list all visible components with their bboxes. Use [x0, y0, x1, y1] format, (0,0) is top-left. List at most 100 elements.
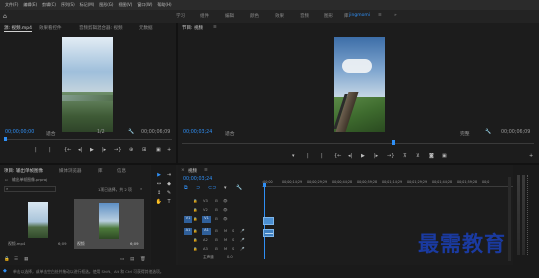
hand-tool-icon[interactable]: ✋	[155, 199, 163, 206]
track-lock-icon[interactable]: 🔒	[193, 199, 197, 203]
program-play-icon[interactable]: ▶	[361, 153, 365, 159]
eye-icon[interactable]: 👁	[223, 208, 228, 212]
master-volume[interactable]: 0.0	[227, 255, 233, 259]
program-mark-in-icon[interactable]: |	[307, 153, 309, 159]
type-tool-icon[interactable]: T	[165, 199, 173, 206]
source-timecode-current[interactable]: 00;00;00;00	[5, 130, 34, 135]
source-fit-dropdown[interactable]: 适合	[46, 130, 56, 137]
microphone-icon[interactable]: 🎤	[240, 238, 244, 242]
new-item-icon[interactable]: ▤	[130, 257, 134, 262]
workspace-audio[interactable]: 音频	[300, 13, 309, 19]
workspace-libraries[interactable]: 库	[344, 13, 349, 19]
sync-lock-icon[interactable]: ⊟	[215, 217, 218, 221]
source-resolution-dropdown[interactable]: 1/2	[97, 130, 105, 135]
program-go-to-out-icon[interactable]: →}	[387, 153, 394, 159]
menu-view[interactable]: 视图(V)	[118, 2, 132, 8]
insert-icon[interactable]: ⊕	[129, 147, 133, 153]
workspace-learn[interactable]: 学习	[176, 13, 185, 19]
project-item[interactable]: 视频.mp4 6;09	[6, 199, 70, 249]
add-button-icon[interactable]: +	[167, 147, 171, 153]
source-playhead[interactable]	[4, 137, 7, 141]
timeline-settings-icon[interactable]: 🔧	[236, 185, 242, 191]
tab-source[interactable]: 源: 视频.mp4	[4, 25, 32, 32]
program-title[interactable]: 节目: 视频	[182, 25, 203, 31]
program-settings-icon[interactable]: 🔧	[485, 129, 491, 135]
track-lock-icon[interactable]: 🔒	[193, 238, 197, 242]
menu-help[interactable]: 帮助(H)	[157, 2, 171, 8]
icon-view-icon[interactable]: ▦	[24, 257, 28, 262]
export-frame-icon[interactable]: ▣	[156, 147, 161, 153]
tab-media-browser[interactable]: 媒体浏览器	[59, 168, 82, 174]
selection-tool-icon[interactable]: ▶	[155, 172, 163, 179]
mark-in-icon[interactable]: |	[35, 147, 37, 153]
program-scrubber[interactable]	[182, 143, 534, 144]
wrench-icon[interactable]: 🔧	[128, 129, 134, 135]
eye-icon[interactable]: 👁	[223, 199, 228, 203]
go-to-in-icon[interactable]: {←	[64, 147, 71, 153]
sync-lock-icon[interactable]: ⊟	[215, 199, 218, 203]
microphone-icon[interactable]: 🎤	[240, 247, 244, 251]
project-more-icon[interactable]: »	[140, 186, 142, 191]
workspace-editing[interactable]: 编辑	[225, 13, 234, 19]
program-timecode-current[interactable]: 00;00;03;24	[183, 130, 212, 135]
overwrite-icon[interactable]: ⊞	[142, 147, 146, 153]
tab-metadata[interactable]: 元数据	[139, 25, 153, 31]
step-back-icon[interactable]: ◂|	[78, 147, 82, 153]
menu-file[interactable]: 文件(F)	[5, 2, 18, 8]
add-marker-icon[interactable]: ▾	[224, 185, 227, 191]
program-fit-dropdown[interactable]: 适合	[225, 130, 235, 137]
audio-clip[interactable]	[263, 229, 274, 237]
close-icon[interactable]: ×	[181, 168, 185, 173]
solo-icon[interactable]: S	[232, 247, 234, 251]
compare-icon[interactable]: ▣	[442, 153, 447, 159]
sync-lock-icon[interactable]: ⊟	[215, 247, 218, 251]
project-search-input[interactable]: ⌕	[4, 186, 56, 192]
mute-icon[interactable]: M	[224, 238, 227, 242]
tab-audio-mixer[interactable]: 音频剪辑混合器: 视频	[79, 25, 122, 31]
timeline-menu-icon[interactable]: ≡	[204, 168, 208, 173]
nest-icon[interactable]: ⧉	[184, 185, 188, 191]
menu-sequence[interactable]: 序列(S)	[61, 2, 75, 8]
home-icon[interactable]: ⌂	[3, 13, 7, 20]
new-bin-icon[interactable]: ▭	[120, 257, 124, 262]
program-marker-icon[interactable]: ▾	[292, 153, 295, 159]
lock-icon[interactable]: 🔒	[4, 257, 10, 262]
microphone-icon[interactable]: 🎤	[240, 229, 244, 233]
project-item[interactable]: 视频 6;09	[74, 199, 144, 249]
sync-lock-icon[interactable]: ⊟	[215, 229, 218, 233]
workspace-custom[interactable]: jingmomi	[349, 13, 370, 18]
ripple-edit-icon[interactable]: ↔	[155, 181, 163, 188]
workspace-effects[interactable]: 效果	[275, 13, 284, 19]
lift-icon[interactable]: ⊼	[403, 153, 407, 159]
mute-icon[interactable]: M	[224, 229, 227, 233]
solo-icon[interactable]: S	[232, 238, 234, 242]
list-view-icon[interactable]: ☰	[14, 257, 18, 262]
camera-icon[interactable]: ◙	[429, 153, 434, 159]
program-menu-icon[interactable]: ≡	[213, 25, 217, 30]
sync-lock-icon[interactable]: ⊟	[215, 238, 218, 242]
play-icon[interactable]: ▶	[90, 147, 94, 153]
source-scrubber[interactable]	[4, 139, 172, 140]
menu-clip[interactable]: 剪辑(C)	[42, 2, 56, 8]
source-patch-v1[interactable]: V1	[184, 216, 192, 223]
tab-libraries[interactable]: 库	[98, 168, 103, 174]
mute-icon[interactable]: M	[224, 247, 227, 251]
extract-icon[interactable]: ⊻	[416, 153, 420, 159]
workspace-color[interactable]: 颜色	[250, 13, 259, 19]
program-go-to-in-icon[interactable]: {←	[334, 153, 341, 159]
razor-tool-icon[interactable]: ◆	[165, 181, 173, 188]
solo-icon[interactable]: S	[232, 229, 234, 233]
eye-icon[interactable]: 👁	[223, 217, 228, 221]
program-mark-out-icon[interactable]: |	[321, 153, 323, 159]
delete-icon[interactable]: 🗑	[140, 257, 146, 262]
go-to-out-icon[interactable]: →}	[114, 147, 121, 153]
sync-lock-icon[interactable]: ⊟	[215, 208, 218, 212]
slip-tool-icon[interactable]: ↕	[155, 190, 163, 197]
workspace-assembly[interactable]: 组件	[200, 13, 209, 19]
menu-graphics[interactable]: 图形(G)	[99, 2, 113, 8]
track-lock-icon[interactable]: 🔒	[193, 217, 197, 221]
timeline-timecode[interactable]: 00;00;03;24	[183, 177, 212, 182]
video-clip[interactable]	[263, 217, 274, 225]
program-step-forward-icon[interactable]: |▸	[374, 153, 378, 159]
track-label[interactable]: A1	[202, 228, 211, 235]
